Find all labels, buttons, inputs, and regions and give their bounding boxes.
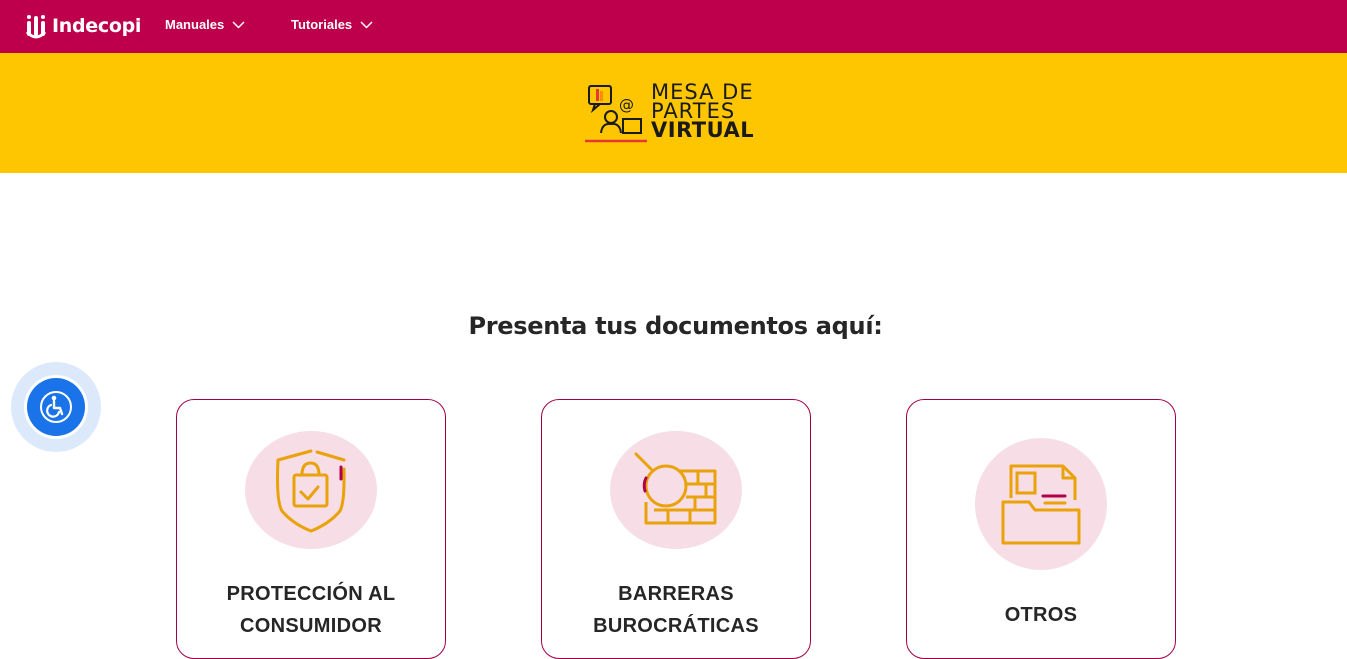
document-folder-icon bbox=[1001, 464, 1081, 545]
card-title-line-2: CONSUMIDOR bbox=[240, 615, 382, 637]
accessibility-button[interactable] bbox=[27, 378, 85, 436]
card-icon-circle bbox=[975, 438, 1107, 570]
page-heading: Presenta tus documentos aquí: bbox=[468, 312, 883, 340]
card-title-line-2: BUROCRÁTICAS bbox=[593, 615, 759, 637]
nav-tutoriales-dropdown[interactable]: Tutoriales bbox=[291, 17, 373, 32]
shield-shopping-bag-icon bbox=[276, 449, 346, 533]
nav-manuales-dropdown[interactable]: Manuales bbox=[165, 17, 245, 32]
chevron-down-icon bbox=[360, 21, 373, 29]
magnifier-wall-icon bbox=[634, 452, 717, 525]
card-title: PROTECCIÓN AL CONSUMIDOR bbox=[177, 578, 445, 642]
top-navigation-bar: Indecopi Manuales Tutoriales bbox=[0, 0, 1347, 53]
accessibility-widget bbox=[11, 362, 101, 452]
card-title-line-1: OTROS bbox=[1004, 604, 1078, 626]
card-otros[interactable]: OTROS bbox=[906, 399, 1176, 659]
indecopi-logo[interactable]: Indecopi bbox=[26, 12, 141, 40]
card-icon-circle bbox=[245, 431, 377, 549]
card-proteccion-al-consumidor[interactable]: PROTECCIÓN AL CONSUMIDOR bbox=[176, 399, 446, 659]
card-title: BARRERAS BUROCRÁTICAS bbox=[542, 578, 810, 642]
nav-manuales-label: Manuales bbox=[165, 17, 225, 32]
accessibility-ring bbox=[24, 375, 88, 439]
brand-name: Indecopi bbox=[52, 15, 142, 37]
card-title-line-1: PROTECCIÓN AL bbox=[226, 583, 396, 605]
card-title: OTROS bbox=[907, 599, 1175, 631]
banner-line-virtual: VIRTUAL bbox=[651, 118, 755, 142]
card-barreras-burocraticas[interactable]: BARRERAS BUROCRÁTICAS bbox=[541, 399, 811, 659]
wheelchair-icon bbox=[40, 391, 72, 423]
indecopi-mark-icon bbox=[26, 15, 47, 39]
mesa-de-partes-banner: @ MESA DE PARTES VIRTUAL bbox=[0, 53, 1347, 173]
svg-text:@: @ bbox=[619, 96, 634, 114]
card-title-line-1: BARRERAS bbox=[618, 583, 734, 605]
chevron-down-icon bbox=[232, 21, 245, 29]
nav-tutoriales-label: Tutoriales bbox=[291, 17, 353, 32]
card-icon-circle bbox=[610, 431, 742, 549]
banner-title: MESA DE PARTES VIRTUAL bbox=[651, 82, 755, 142]
